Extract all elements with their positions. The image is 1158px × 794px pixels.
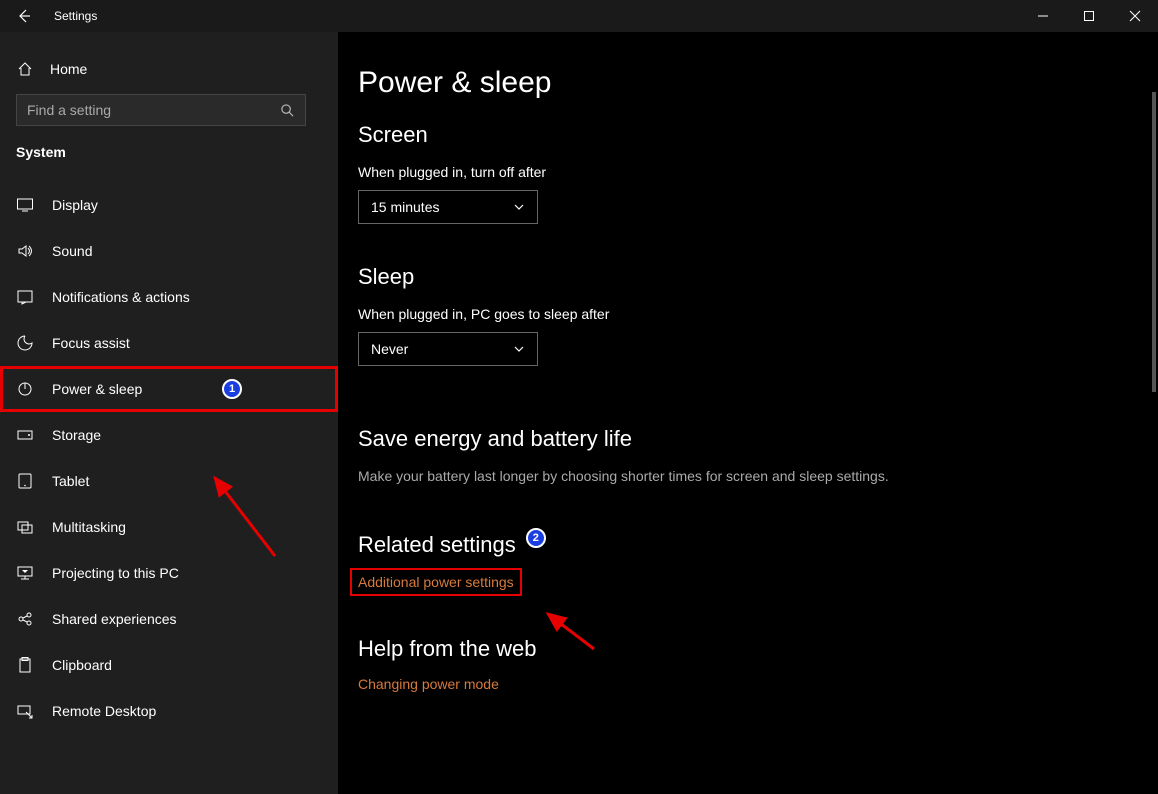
sidebar-item-label: Display [52, 197, 98, 213]
sidebar-item-sound[interactable]: Sound [0, 228, 338, 274]
tablet-icon [16, 472, 34, 490]
focus-assist-icon [16, 334, 34, 352]
minimize-icon [1037, 10, 1049, 22]
scrollbar[interactable] [1152, 92, 1156, 392]
sidebar-item-label: Sound [52, 243, 92, 259]
main-content: Power & sleep Screen When plugged in, tu… [338, 32, 1158, 794]
back-button[interactable] [0, 0, 48, 32]
sidebar-item-label: Notifications & actions [52, 289, 190, 305]
sleep-field-label: When plugged in, PC goes to sleep after [358, 306, 1118, 322]
sidebar-item-notifications[interactable]: Notifications & actions [0, 274, 338, 320]
sidebar-item-projecting[interactable]: Projecting to this PC [0, 550, 338, 596]
sidebar-item-multitasking[interactable]: Multitasking [0, 504, 338, 550]
annotation-badge-1: 1 [222, 379, 242, 399]
search-box[interactable] [16, 94, 306, 126]
annotation-badge-2: 2 [526, 528, 546, 548]
sidebar-item-shared[interactable]: Shared experiences [0, 596, 338, 642]
minimize-button[interactable] [1020, 0, 1066, 32]
search-input[interactable] [27, 102, 280, 118]
nav-list: Display Sound Notifications & actions Fo… [0, 182, 338, 734]
sidebar-item-power-sleep[interactable]: Power & sleep 1 [0, 366, 338, 412]
clipboard-icon [16, 656, 34, 674]
sidebar-item-label: Focus assist [52, 335, 130, 351]
display-icon [16, 196, 34, 214]
sidebar-item-label: Power & sleep [52, 381, 142, 397]
dropdown-value: 15 minutes [371, 199, 439, 215]
projecting-icon [16, 564, 34, 582]
storage-icon [16, 426, 34, 444]
maximize-button[interactable] [1066, 0, 1112, 32]
shared-icon [16, 610, 34, 628]
chevron-down-icon [513, 343, 525, 355]
titlebar: Settings [0, 0, 1158, 32]
close-icon [1129, 10, 1141, 22]
chevron-down-icon [513, 201, 525, 213]
save-energy-title: Save energy and battery life [358, 426, 1118, 452]
sleep-section-title: Sleep [358, 264, 1118, 290]
arrow-left-icon [16, 8, 32, 24]
maximize-icon [1083, 10, 1095, 22]
multitasking-icon [16, 518, 34, 536]
sidebar: Home System Display Sound [0, 32, 338, 794]
settings-window: Settings A PUALS Home [0, 0, 1158, 794]
sidebar-item-clipboard[interactable]: Clipboard [0, 642, 338, 688]
sidebar-item-focus-assist[interactable]: Focus assist [0, 320, 338, 366]
home-icon [16, 60, 34, 78]
sidebar-item-label: Tablet [52, 473, 89, 489]
sidebar-item-label: Storage [52, 427, 101, 443]
sound-icon [16, 242, 34, 260]
sidebar-item-label: Clipboard [52, 657, 112, 673]
help-title: Help from the web [358, 636, 1118, 662]
sidebar-item-label: Shared experiences [52, 611, 177, 627]
home-label: Home [50, 61, 87, 77]
sidebar-item-remote-desktop[interactable]: Remote Desktop [0, 688, 338, 734]
sidebar-item-label: Remote Desktop [52, 703, 156, 719]
notifications-icon [16, 288, 34, 306]
additional-power-settings-link[interactable]: Additional power settings [352, 570, 520, 594]
sidebar-item-label: Multitasking [52, 519, 126, 535]
sidebar-item-tablet[interactable]: Tablet [0, 458, 338, 504]
close-button[interactable] [1112, 0, 1158, 32]
related-settings-title: Related settings [358, 532, 516, 558]
dropdown-value: Never [371, 341, 408, 357]
save-energy-desc: Make your battery last longer by choosin… [358, 468, 1118, 484]
sidebar-item-display[interactable]: Display [0, 182, 338, 228]
power-icon [16, 380, 34, 398]
page-title: Power & sleep [358, 66, 1118, 100]
sleep-timeout-dropdown[interactable]: Never [358, 332, 538, 366]
home-nav[interactable]: Home [0, 52, 338, 94]
changing-power-mode-link[interactable]: Changing power mode [358, 676, 499, 692]
screen-section-title: Screen [358, 122, 1118, 148]
remote-desktop-icon [16, 702, 34, 720]
window-title: Settings [54, 9, 97, 23]
screen-field-label: When plugged in, turn off after [358, 164, 1118, 180]
sidebar-item-storage[interactable]: Storage [0, 412, 338, 458]
screen-timeout-dropdown[interactable]: 15 minutes [358, 190, 538, 224]
category-label: System [0, 144, 338, 168]
window-controls [1020, 0, 1158, 32]
search-icon [280, 103, 295, 118]
sidebar-item-label: Projecting to this PC [52, 565, 179, 581]
